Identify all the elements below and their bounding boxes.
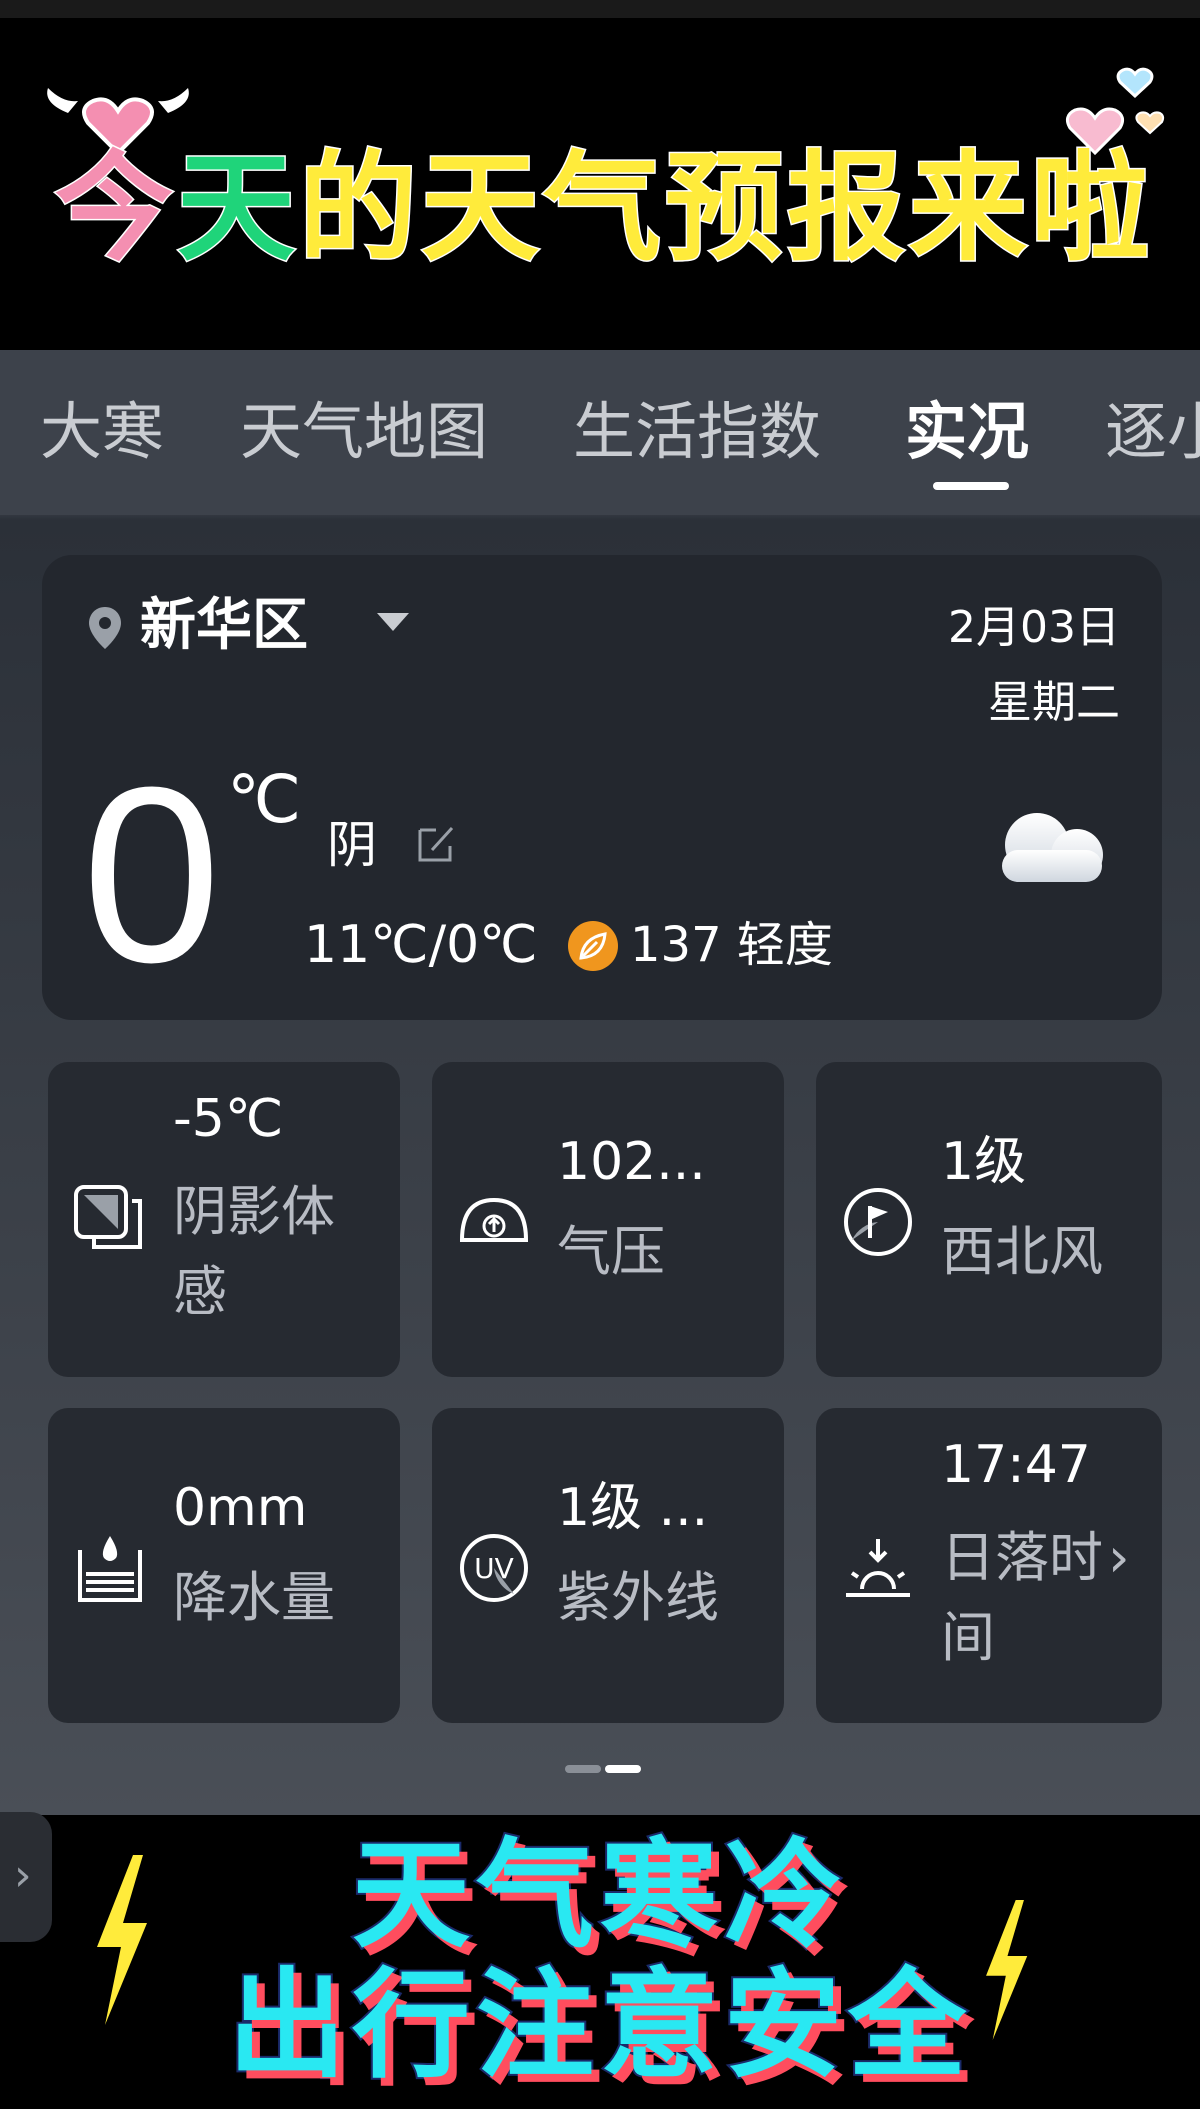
tab-weather-map[interactable]: 天气地图 — [240, 392, 488, 472]
svg-text:UV: UV — [474, 1552, 514, 1585]
tab-bar: 大寒 天气地图 生活指数 实况 逐小 — [0, 350, 1200, 515]
sunset-icon — [846, 1539, 910, 1597]
pressure-value: 102... — [557, 1132, 706, 1192]
temperature-unit: ℃ — [227, 761, 302, 838]
feels-like-value: -5℃ — [173, 1089, 284, 1149]
uv-value: 1级 ... — [557, 1478, 709, 1538]
chevron-down-icon[interactable] — [377, 613, 409, 631]
wind-flag-icon — [844, 1188, 912, 1256]
uv-label: 紫外线 — [557, 1566, 719, 1629]
page-dot — [565, 1765, 601, 1773]
sunset-label: 日落时间 — [941, 1526, 1103, 1669]
detail-tile-feels-like[interactable]: -5℃ 阴影体感 — [48, 1062, 400, 1377]
precipitation-label: 降水量 — [173, 1566, 335, 1629]
pressure-label: 气压 — [557, 1220, 665, 1283]
top-banner: 今天的天气预报来啦 — [0, 18, 1200, 350]
page-dot-active — [605, 1765, 641, 1773]
feels-like-icon — [74, 1185, 142, 1249]
bottom-banner: 天气寒冷 出行注意安全 — [0, 1815, 1200, 2109]
date-label: 2月03日 — [948, 602, 1120, 653]
detail-tile-sunset[interactable]: 17:47 日落时间 › — [816, 1408, 1162, 1723]
banner-title: 今天的天气预报来啦 — [53, 133, 1165, 283]
banner-title-part-3: 的天气预报来啦 — [298, 138, 1154, 279]
temperature-range: 11℃/0℃ — [304, 915, 538, 975]
detail-tile-pressure[interactable]: 102... 气压 — [432, 1062, 784, 1377]
cloud-icon — [1002, 813, 1103, 882]
air-quality[interactable]: 137 轻度 — [630, 910, 833, 980]
current-weather-card: 新华区 2月03日 星期二 0 ℃ 阴 11℃/0℃ 137 轻度 — [42, 555, 1162, 1020]
tab-life-index[interactable]: 生活指数 — [573, 392, 821, 472]
leaf-icon — [568, 921, 618, 971]
wind-direction-label: 西北风 — [941, 1220, 1103, 1283]
weather-condition: 阴 — [327, 816, 377, 874]
feels-like-label: 阴影体感 — [173, 1180, 335, 1323]
top-status-strip — [0, 0, 1200, 18]
precipitation-icon — [78, 1536, 142, 1602]
detail-tile-uv[interactable]: UV 1级 ... 紫外线 — [432, 1408, 784, 1723]
precipitation-value: 0mm — [173, 1478, 308, 1538]
edit-icon[interactable] — [412, 818, 462, 868]
tab-dahan[interactable]: 大寒 — [40, 392, 164, 472]
lightning-bolt-icon — [986, 1900, 1028, 2040]
banner-title-part-1: 今 — [53, 138, 178, 279]
side-drawer-handle[interactable]: › — [0, 1812, 52, 1942]
location-pin-icon — [89, 607, 121, 649]
active-tab-indicator — [933, 482, 1009, 490]
detail-tile-precipitation[interactable]: 0mm 降水量 — [48, 1408, 400, 1723]
uv-icon: UV — [460, 1534, 528, 1602]
chevron-right-icon: › — [14, 1850, 32, 1901]
pressure-icon — [459, 1197, 529, 1242]
location-name[interactable]: 新华区 — [140, 591, 308, 661]
detail-tile-wind[interactable]: 1级 西北风 — [816, 1062, 1162, 1377]
weekday-label: 星期二 — [988, 677, 1120, 728]
tab-hourly[interactable]: 逐小 — [1105, 392, 1200, 472]
lightning-bolt-icon — [97, 1855, 147, 2025]
banner-title-part-2: 天 — [176, 138, 300, 279]
chevron-right-icon[interactable]: › — [1108, 1518, 1130, 1598]
current-temperature: 0 — [82, 735, 222, 1014]
sunset-value: 17:47 — [941, 1435, 1091, 1495]
tab-live[interactable]: 实况 — [905, 392, 1029, 472]
weather-app-screen: 大寒 天气地图 生活指数 实况 逐小 新华区 2月03日 星期二 0 ℃ 阴 1… — [0, 350, 1200, 1815]
wind-level-value: 1级 — [941, 1132, 1027, 1192]
